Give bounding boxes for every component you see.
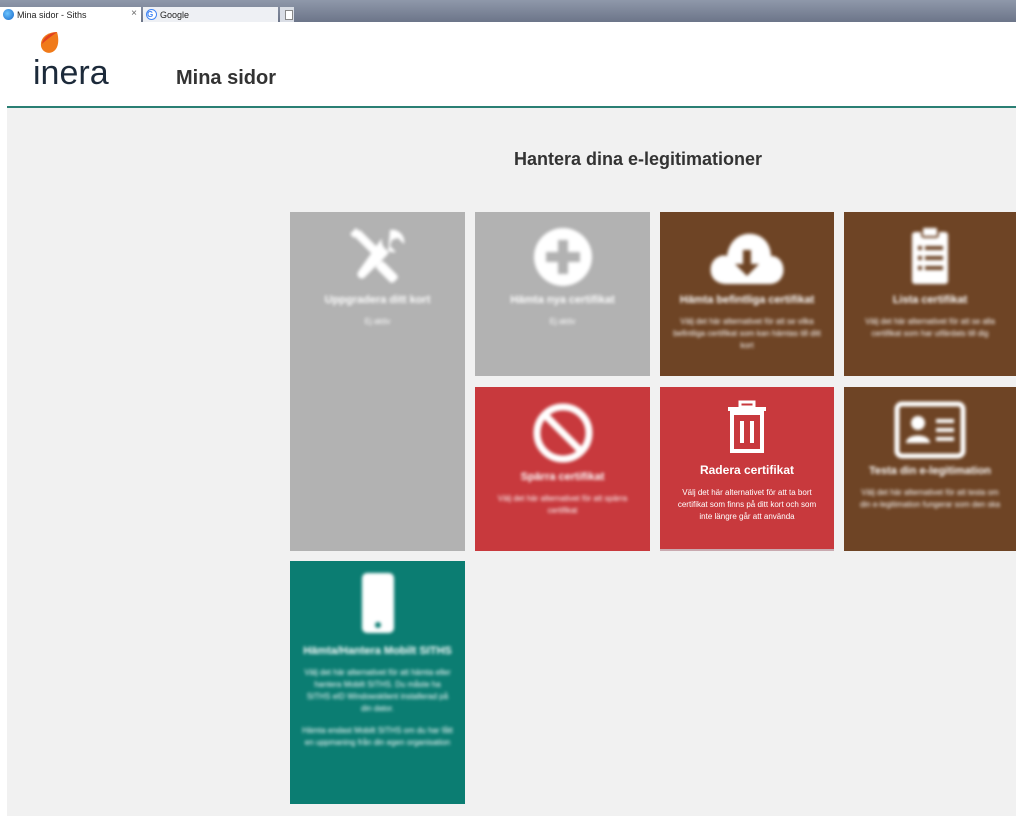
tile-desc-secondary: Hämta endast Mobilt SITHS om du har fått… xyxy=(302,726,453,747)
tab-label: Google xyxy=(160,9,190,20)
browser-tab-mina-sidor[interactable]: Mina sidor - Siths × xyxy=(0,7,141,22)
inera-logo-text[interactable]: inera xyxy=(33,54,109,93)
tile-desc: Välj det här alternativet för att hämta … xyxy=(304,668,451,713)
tile-desc: Välj det här alternativet för att testa … xyxy=(859,488,1001,509)
trash-icon xyxy=(728,400,766,453)
browser-tab-google[interactable]: G Google xyxy=(143,7,278,22)
tile-delete-certificate[interactable]: Radera certifikat Välj det här alternati… xyxy=(660,387,834,549)
tile-revoke-certificate[interactable]: Spärra certifikat Välj det här alternati… xyxy=(475,387,650,551)
new-tab-icon xyxy=(284,9,293,20)
tile-test-eid[interactable]: Testa din e-legitimation Välj det här al… xyxy=(844,387,1016,551)
tile-title: Spärra certifikat xyxy=(520,471,605,483)
new-tab-button[interactable] xyxy=(280,7,294,22)
inera-logo-drop-icon xyxy=(40,32,59,53)
tile-title: Testa din e-legitimation xyxy=(868,465,992,477)
tile-desc: Ej aktiv xyxy=(549,317,576,326)
tile-list-certificates[interactable]: Lista certifikat Välj det här alternativ… xyxy=(844,212,1016,376)
tab-label: Mina sidor - Siths xyxy=(17,9,87,20)
tile-upgrade-card[interactable]: Uppgradera ditt kort Ej aktiv xyxy=(290,212,465,551)
app-title: Mina sidor xyxy=(176,67,277,89)
ie-icon xyxy=(3,9,14,20)
tile-desc: Ej aktiv xyxy=(364,317,391,326)
tile-title: Hämta befintliga certifikat xyxy=(679,294,815,306)
tile-desc: Välj det här alternativet för att se vil… xyxy=(673,317,821,350)
tile-title: Hämta/Hantera Mobilt SITHS xyxy=(303,645,452,657)
tile-desc: Välj det här alternativet för att ta bor… xyxy=(677,488,817,521)
plus-circle-icon xyxy=(533,228,592,286)
page-title: Hantera dina e-legitimationer xyxy=(514,149,763,169)
tile-fetch-new-certificates[interactable]: Hämta nya certifikat Ej aktiv xyxy=(475,212,650,376)
clipboard-list-icon xyxy=(912,226,948,284)
tile-mobile-siths[interactable]: Hämta/Hantera Mobilt SITHS Välj det här … xyxy=(290,561,465,804)
tools-icon xyxy=(349,228,404,283)
tile-fetch-existing-certificates[interactable]: Hämta befintliga certifikat Välj det här… xyxy=(660,212,834,376)
tile-desc: Välj det här alternativet för att spärra… xyxy=(497,494,628,515)
ban-icon xyxy=(533,403,592,463)
mobile-phone-icon xyxy=(361,573,394,633)
tile-title: Hämta nya certifikat xyxy=(510,294,615,306)
id-card-icon xyxy=(894,401,966,459)
tile-title: Lista certifikat xyxy=(892,294,968,306)
google-icon: G xyxy=(146,9,157,20)
tile-desc: Välj det här alternativet för att se all… xyxy=(865,317,995,338)
cloud-download-icon xyxy=(710,233,784,284)
browser-tab-strip: Mina sidor - Siths × G Google xyxy=(0,0,1016,22)
tile-title: Radera certifikat xyxy=(699,463,795,477)
site-header: inera Mina sidor xyxy=(0,22,1016,107)
tile-title: Uppgradera ditt kort xyxy=(324,294,431,306)
close-tab-icon[interactable]: × xyxy=(131,8,137,19)
